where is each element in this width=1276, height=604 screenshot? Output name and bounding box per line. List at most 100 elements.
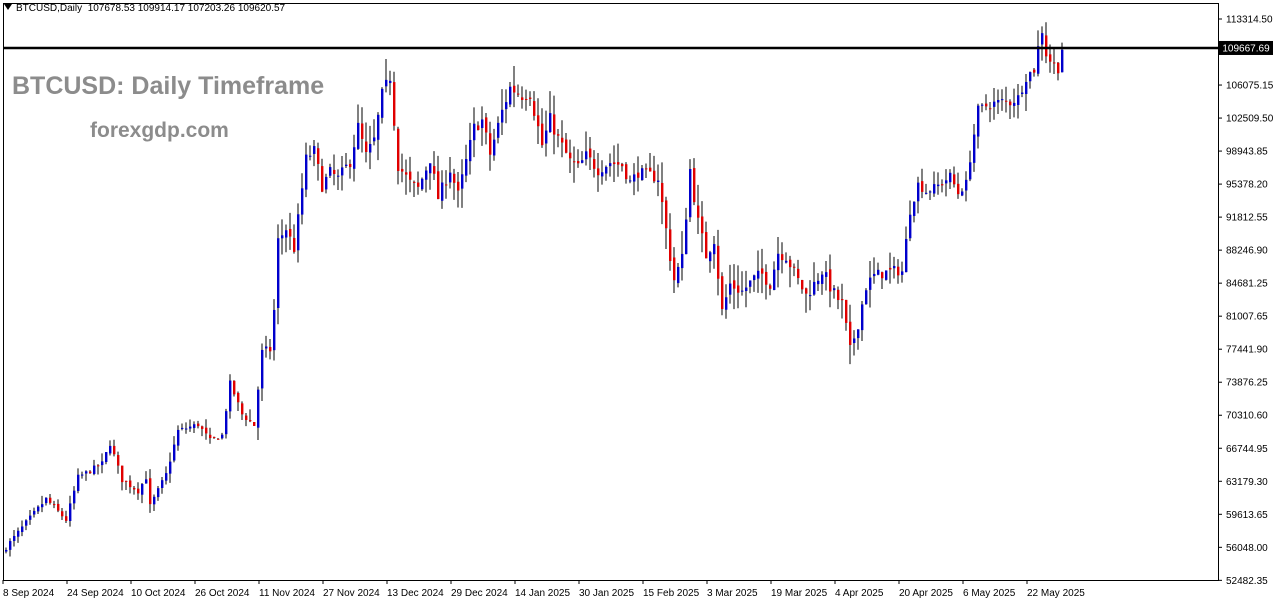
bullish-candle [185,428,188,430]
bearish-candle [417,182,420,187]
bearish-candle [597,168,600,176]
price-tick-label: 66744.95 [1226,444,1268,455]
bullish-candle [757,270,760,279]
bearish-candle [533,101,536,116]
bullish-candle [833,288,836,291]
bearish-candle [393,82,396,126]
time-tick-label: 15 Feb 2025 [643,588,700,599]
bearish-candle [737,285,740,293]
bullish-candle [429,163,432,174]
bearish-candle [989,108,992,110]
bearish-candle [349,163,352,168]
bearish-candle [565,139,568,153]
bearish-candle [241,403,244,415]
bullish-candle [229,380,232,412]
bearish-candle [1009,101,1012,106]
bearish-candle [361,123,364,139]
bullish-candle [869,277,872,290]
bullish-candle [685,219,688,255]
bullish-candle [749,280,752,287]
bullish-candle [257,389,260,428]
bullish-candle [389,80,392,84]
bearish-candle [721,276,724,310]
bearish-candle [941,184,944,186]
bearish-candle [849,321,852,345]
time-tick-label: 11 Nov 2024 [259,588,315,599]
bearish-candle [1033,69,1036,73]
bullish-candle [785,260,788,263]
bearish-candle [489,133,492,155]
bullish-candle [469,139,472,162]
bearish-candle [1057,62,1060,74]
price-tick-label: 102509.50 [1226,114,1274,125]
bullish-candle [885,270,888,280]
bearish-candle [1005,100,1008,102]
bearish-candle [413,181,416,183]
bullish-candle [173,444,176,461]
price-tick-label: 73876.25 [1226,378,1268,389]
time-tick-label: 14 Jan 2025 [515,588,570,599]
price-tick-label: 70310.60 [1226,411,1268,422]
bearish-candle [577,161,580,164]
bearish-candle [401,168,404,172]
bullish-candle [1017,95,1020,105]
bearish-candle [61,511,64,517]
bearish-candle [89,471,92,474]
bearish-candle [953,174,956,185]
bullish-candle [809,295,812,297]
bearish-candle [841,299,844,301]
bullish-candle [93,465,96,474]
bullish-candle [473,123,476,141]
bearish-candle [837,289,840,301]
bearish-candle [701,216,704,234]
bullish-candle [725,297,728,310]
bearish-candle [661,182,664,203]
bearish-candle [217,438,220,440]
bullish-candle [929,191,932,193]
price-tick-label: 52482.35 [1226,576,1268,587]
bearish-candle [665,200,668,229]
bullish-candle [909,214,912,239]
bullish-candle [285,230,288,238]
price-tick-label: 113314.50 [1226,15,1273,26]
bullish-candle [601,172,604,177]
bullish-candle [817,280,820,285]
bearish-candle [617,162,620,165]
bearish-candle [113,445,116,455]
bearish-candle [705,232,708,259]
bullish-candle [877,269,880,275]
price-tick-label: 91812.55 [1226,213,1268,224]
bearish-candle [321,166,324,192]
bullish-candle [581,160,584,163]
bearish-candle [437,171,440,199]
price-tick-label: 106075.15 [1226,81,1274,92]
bullish-candle [1001,99,1004,101]
bullish-candle [481,119,484,128]
bullish-candle [25,520,28,526]
bearish-candle [645,168,648,170]
bearish-candle [717,245,720,279]
bearish-candle [409,171,412,180]
bearish-candle [693,168,696,203]
bullish-candle [1037,46,1040,74]
price-tick-label: 81007.65 [1226,312,1268,323]
bearish-candle [149,478,152,505]
bullish-candle [917,182,920,202]
bullish-candle [605,166,608,174]
bullish-candle [873,273,876,277]
bullish-candle [337,175,340,177]
bullish-candle [105,452,108,462]
time-tick-label: 22 May 2025 [1027,588,1085,599]
bearish-candle [521,97,524,100]
bearish-candle [637,172,640,178]
bearish-candle [269,346,272,352]
dropdown-arrow-icon[interactable] [4,4,12,10]
bullish-candle [465,159,468,176]
bearish-candle [65,516,68,521]
bullish-candle [497,122,500,138]
chart-header: BTCUSD,Daily 107678.53 109914.17 107203.… [4,3,285,14]
bearish-candle [537,115,540,127]
bullish-candle [37,506,40,512]
bearish-candle [1045,35,1048,57]
bullish-candle [913,201,916,216]
